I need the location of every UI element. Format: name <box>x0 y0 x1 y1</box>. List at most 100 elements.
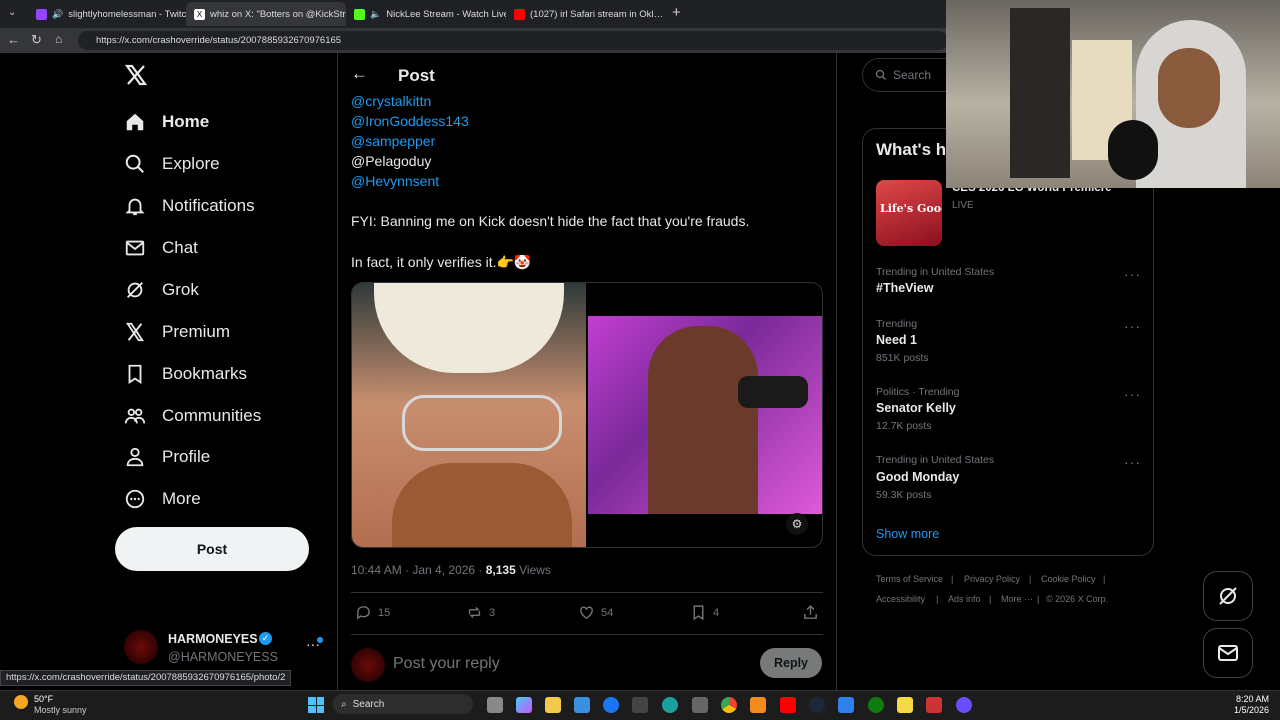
share-action[interactable] <box>802 604 819 621</box>
nav-profile[interactable]: Profile <box>124 446 210 468</box>
trend-posts: 12.7K posts <box>876 420 932 432</box>
bookmark-action[interactable]: 4 <box>690 604 719 621</box>
verified-icon: ✓ <box>259 632 272 645</box>
mention-link[interactable]: @sampepper <box>351 133 435 149</box>
mention-link[interactable]: @IronGoddess143 <box>351 113 469 129</box>
repost-action[interactable]: 3 <box>466 604 495 621</box>
footer-separator: | <box>1103 574 1106 584</box>
door-frame <box>1010 8 1070 178</box>
tab-twitch[interactable]: 🔊 slightlyhomelessman - Twitch ✕ <box>28 2 186 26</box>
speaker-icon: 🔊 <box>52 8 64 19</box>
nav-home[interactable]: Home <box>124 111 209 133</box>
search-icon <box>875 69 886 80</box>
edge-icon[interactable] <box>662 697 678 713</box>
clock-date[interactable]: 1/5/2026 <box>1234 705 1269 715</box>
youtube-icon[interactable] <box>780 697 796 713</box>
mention-link[interactable]: @crystalkittn <box>351 93 431 109</box>
app-icon[interactable] <box>838 697 854 713</box>
footer-separator: | <box>1037 594 1040 604</box>
nav-explore[interactable]: Explore <box>124 153 220 175</box>
footer-separator: | <box>951 574 954 584</box>
twitch-favicon-icon <box>36 8 47 20</box>
trend-more-icon[interactable]: ··· <box>1124 386 1141 402</box>
footer-link[interactable]: Terms of Service <box>876 574 943 584</box>
weather-icon[interactable] <box>14 695 28 709</box>
copilot-icon[interactable] <box>516 697 532 713</box>
media-photo-right[interactable] <box>588 316 822 514</box>
tab-list-chevron-icon[interactable]: ⌄ <box>8 7 16 18</box>
reply-button[interactable]: Reply <box>760 648 822 678</box>
tab-youtube[interactable]: (1027) irl Safari stream in Okl… ✕ <box>506 2 666 26</box>
views-label: Views <box>515 563 551 577</box>
reload-icon[interactable]: ↻ <box>31 32 42 48</box>
trend-more-icon[interactable]: ··· <box>1124 318 1141 334</box>
reply-action[interactable]: 15 <box>355 604 390 621</box>
trend-more-icon[interactable]: ··· <box>1124 454 1141 470</box>
back-arrow-icon[interactable]: ← <box>351 64 368 84</box>
grok-icon <box>1219 587 1237 605</box>
nav-label: Bookmarks <box>162 364 248 383</box>
file-explorer-icon[interactable] <box>545 697 561 713</box>
trend-name[interactable]: Senator Kelly <box>876 401 956 415</box>
bookmark-icon <box>693 605 704 621</box>
obs-icon[interactable] <box>956 697 972 713</box>
weather-temp[interactable]: 50°F <box>34 694 53 704</box>
amazon-icon[interactable] <box>632 697 648 713</box>
trend-name[interactable]: #TheView <box>876 281 933 295</box>
nav-label: Grok <box>162 280 199 299</box>
tab-kick[interactable]: 🔈 NickLee Stream - Watch Live o… ✕ <box>346 2 506 26</box>
nav-notifications[interactable]: Notifications <box>124 195 255 217</box>
trend-name[interactable]: Good Monday <box>876 470 959 484</box>
grok-icon <box>127 282 143 298</box>
nav-bookmarks[interactable]: Bookmarks <box>124 363 247 385</box>
facebook-icon[interactable] <box>603 697 619 713</box>
footer-link[interactable]: Privacy Policy <box>964 574 1020 584</box>
footer-link[interactable]: Accessibility <box>876 594 925 604</box>
tab-x-post[interactable]: X whiz on X: "Botters on @KickStrea… ✕ <box>186 2 346 26</box>
clock-time[interactable]: 8:20 AM <box>1236 694 1269 704</box>
account-switcher[interactable]: HARMONEYES ✓ @HARMONEYESS ··· <box>124 630 324 670</box>
url-field[interactable]: https://x.com/crashoverride/status/20078… <box>78 31 948 50</box>
post-button[interactable]: Post <box>115 527 309 571</box>
new-tab-icon[interactable]: + <box>672 4 681 21</box>
featured-thumbnail[interactable]: Life's Good. <box>876 180 942 246</box>
trend-more-icon[interactable]: ··· <box>1124 266 1141 282</box>
grok-float-button[interactable] <box>1203 571 1253 621</box>
person-icon <box>126 447 144 467</box>
show-more-link[interactable]: Show more <box>876 527 939 541</box>
reply-input[interactable]: Post your reply <box>393 655 500 673</box>
chrome-icon[interactable] <box>721 697 737 713</box>
post-timestamp[interactable]: 10:44 AM · Jan 4, 2026 · <box>351 563 486 577</box>
trend-name[interactable]: Need 1 <box>876 333 917 347</box>
footer-link[interactable]: Ads info <box>948 594 981 604</box>
nav-label: Chat <box>162 238 198 257</box>
search-placeholder: Search <box>893 68 932 82</box>
home-browser-icon[interactable]: ⌂ <box>55 32 62 46</box>
nav-premium[interactable]: Premium <box>124 321 230 343</box>
store-icon[interactable] <box>574 697 590 713</box>
messages-float-button[interactable] <box>1203 628 1253 678</box>
nav-more[interactable]: More <box>124 488 201 510</box>
vlc-icon[interactable] <box>750 697 766 713</box>
mention-link[interactable]: @Hevynnsent <box>351 173 439 189</box>
media-photo-left[interactable] <box>352 283 586 547</box>
xbox-icon[interactable] <box>868 697 884 713</box>
footer-link[interactable]: More ··· <box>1001 594 1033 604</box>
x-logo-icon[interactable] <box>124 63 148 92</box>
nav-grok[interactable]: Grok <box>124 279 199 301</box>
media-settings-icon[interactable]: ⚙ <box>786 513 808 535</box>
whats-happening-title: What's h <box>876 140 947 159</box>
like-action[interactable]: 54 <box>578 604 613 621</box>
taskbar-search[interactable]: ⌕ Search <box>333 694 473 714</box>
nav-label: Home <box>162 112 210 131</box>
sticky-notes-icon[interactable] <box>897 697 913 713</box>
app-icon[interactable] <box>926 697 942 713</box>
back-icon[interactable]: ← <box>7 32 20 47</box>
footer-link[interactable]: Cookie Policy <box>1041 574 1096 584</box>
nav-communities[interactable]: Communities <box>124 405 261 427</box>
windows-start-icon[interactable] <box>308 697 324 713</box>
nav-chat[interactable]: Chat <box>124 237 198 259</box>
steam-icon[interactable] <box>809 697 825 713</box>
calculator-icon[interactable] <box>692 697 708 713</box>
task-view-icon[interactable] <box>487 697 503 713</box>
